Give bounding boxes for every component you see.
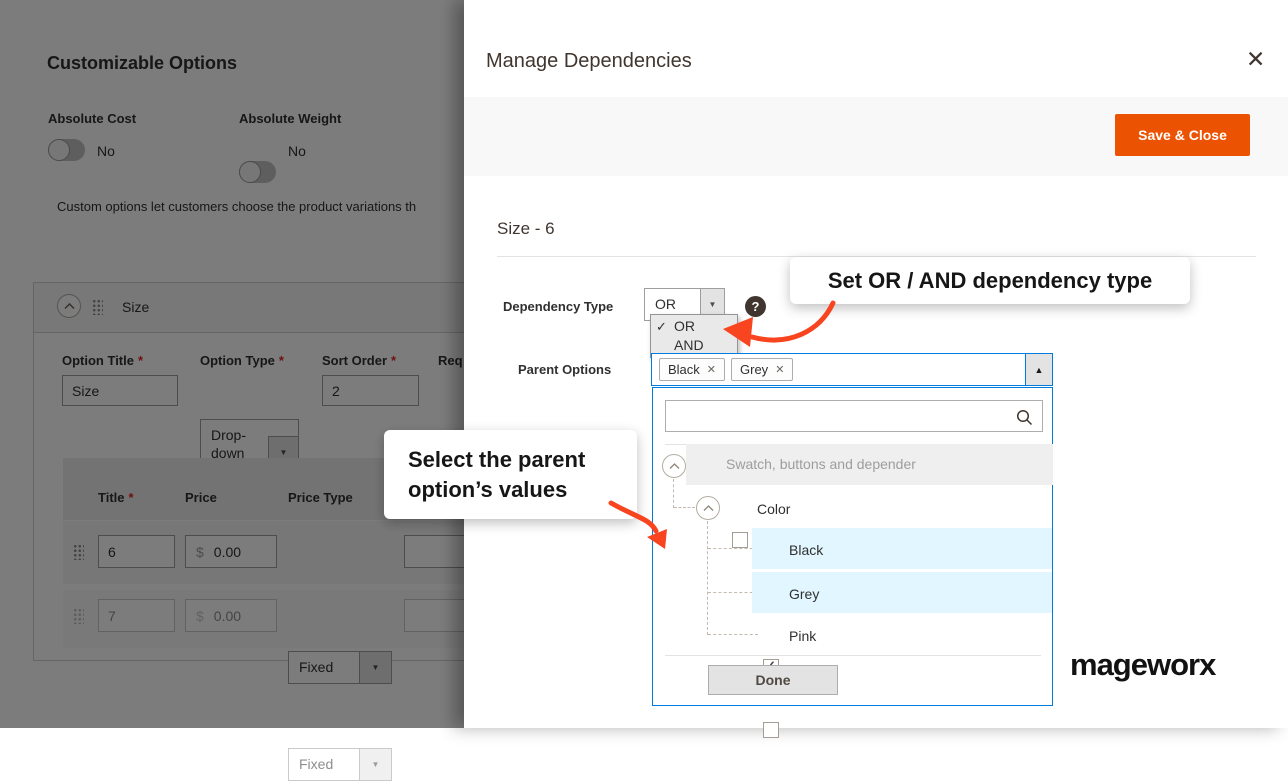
absolute-cost-label: Absolute Cost xyxy=(48,111,136,126)
group-row-swatch: Swatch, buttons and depender xyxy=(686,444,1053,485)
select-arrow-icon[interactable]: ▼ xyxy=(359,652,391,683)
tag-grey[interactable]: Grey ✕ xyxy=(731,358,793,381)
page-title: Customizable Options xyxy=(47,53,237,74)
parent-options-multiselect[interactable]: Black ✕ Grey ✕ ▲ xyxy=(651,353,1053,386)
sort-order-label: Sort Order* xyxy=(322,353,396,368)
row-title-input[interactable] xyxy=(98,599,175,632)
option-card-title: Size xyxy=(122,299,149,315)
row-price-type-select[interactable]: Fixed ▼ xyxy=(288,748,392,781)
modal-title: Manage Dependencies xyxy=(486,50,692,73)
callout-dependency-type: Set OR / AND dependency type xyxy=(790,257,1190,304)
option-title-label: Option Title* xyxy=(62,353,143,368)
tag-remove-icon[interactable]: ✕ xyxy=(707,363,716,376)
done-button[interactable]: Done xyxy=(708,665,838,695)
tree-collapse-icon[interactable] xyxy=(662,454,686,478)
tree-connector xyxy=(708,548,758,549)
divider xyxy=(665,655,1041,656)
currency-symbol: $ xyxy=(196,608,204,624)
required-star: * xyxy=(129,490,134,505)
item-checkbox[interactable] xyxy=(763,722,779,738)
collapse-chevron-icon[interactable] xyxy=(57,294,81,318)
absolute-weight-label: Absolute Weight xyxy=(239,111,341,126)
help-icon[interactable]: ? xyxy=(745,296,766,317)
check-icon: ✓ xyxy=(656,317,667,336)
col-price-header: Price xyxy=(185,490,217,505)
search-input[interactable] xyxy=(666,401,1042,431)
tree-connector xyxy=(708,634,758,635)
col-price-type-header: Price Type xyxy=(288,490,353,505)
required-label: Req xyxy=(438,353,463,368)
manage-dependencies-modal: Manage Dependencies ✕ Save & Close Size … xyxy=(464,0,1288,728)
dependency-type-menu: ✓ OR AND xyxy=(650,314,738,358)
parent-options-label: Parent Options xyxy=(518,362,611,377)
item-label: Black xyxy=(789,542,823,558)
callout-parent-values: Select the parent option’s values xyxy=(384,430,637,519)
row-price-field[interactable]: $ 0.00 xyxy=(185,599,277,632)
close-icon[interactable]: ✕ xyxy=(1246,49,1265,69)
row-price-type-select[interactable]: Fixed ▼ xyxy=(288,651,392,684)
parent-options-dropdown: Swatch, buttons and depender Color Black xyxy=(652,387,1053,706)
required-star: * xyxy=(138,353,143,368)
custom-options-description: Custom options let customers choose the … xyxy=(57,199,416,214)
tree-connector xyxy=(707,521,708,635)
row-title-input[interactable] xyxy=(98,535,175,568)
item-checkbox[interactable] xyxy=(732,532,748,548)
dropdown-search[interactable] xyxy=(665,400,1043,432)
dependency-type-label: Dependency Type xyxy=(503,299,613,314)
drag-handle-icon[interactable] xyxy=(92,299,103,315)
mageworx-logo: mageworx xyxy=(1070,647,1215,683)
multiselect-collapse-icon[interactable]: ▲ xyxy=(1025,354,1052,385)
sort-order-input[interactable] xyxy=(322,375,419,406)
drag-handle-icon[interactable] xyxy=(73,544,84,560)
callout-line: option’s values xyxy=(408,475,637,505)
required-star: * xyxy=(391,353,396,368)
tag-remove-icon[interactable]: ✕ xyxy=(775,363,784,376)
item-label: Pink xyxy=(789,628,816,644)
modal-toolbar: Save & Close xyxy=(464,97,1288,176)
save-close-button[interactable]: Save & Close xyxy=(1115,114,1250,156)
select-arrow-icon[interactable]: ▼ xyxy=(359,749,391,780)
option-type-label: Option Type* xyxy=(200,353,284,368)
price-value: 0.00 xyxy=(214,544,241,560)
price-value: 0.00 xyxy=(214,608,241,624)
menu-item-or[interactable]: ✓ OR xyxy=(651,317,737,336)
drag-handle-icon[interactable] xyxy=(73,608,84,624)
tree-connector xyxy=(708,592,758,593)
tree-connector xyxy=(673,479,674,508)
callout-line: Select the parent xyxy=(408,445,637,475)
col-title-header: Title* xyxy=(98,490,134,505)
row-price-field[interactable]: $ 0.00 xyxy=(185,535,277,568)
item-label: Color xyxy=(757,501,790,517)
tree-collapse-icon[interactable] xyxy=(696,496,720,520)
currency-symbol: $ xyxy=(196,544,204,560)
option-type-value: Drop-down xyxy=(201,420,269,462)
tree-connector xyxy=(674,507,695,508)
option-title-input[interactable] xyxy=(62,375,178,406)
tag-black[interactable]: Black ✕ xyxy=(659,358,725,381)
item-label: Grey xyxy=(789,586,819,602)
required-star: * xyxy=(279,353,284,368)
section-title: Size - 6 xyxy=(497,219,555,239)
search-icon xyxy=(1016,409,1033,426)
